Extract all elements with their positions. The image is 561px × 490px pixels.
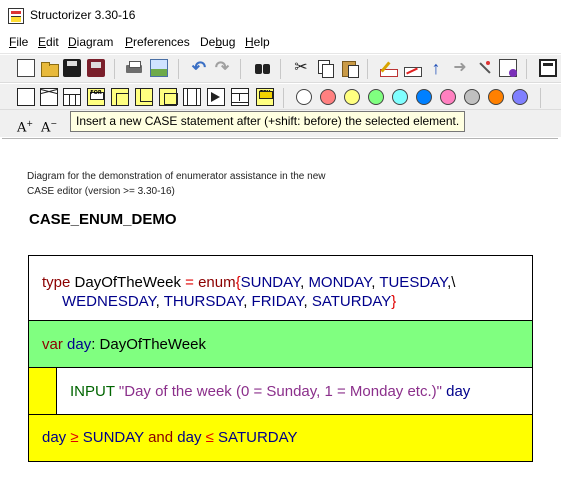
- cut-icon[interactable]: ✂: [292, 59, 310, 77]
- save-as-icon[interactable]: [87, 59, 105, 77]
- add-case-icon[interactable]: [63, 88, 81, 106]
- color-gray-swatch[interactable]: [464, 89, 480, 105]
- toolbar-separator: [283, 88, 284, 108]
- elements-toolbar: FOR TRY: [0, 84, 561, 110]
- input-element[interactable]: INPUT "Day of the week (0 = Sunday, 1 = …: [56, 368, 532, 414]
- new-document-icon[interactable]: [17, 59, 35, 77]
- color-blue-swatch[interactable]: [416, 89, 432, 105]
- color-yellow-swatch[interactable]: [344, 89, 360, 105]
- diagram-comment: Diagram for the demonstration of enumera…: [27, 171, 326, 197]
- nassi-shneiderman-diagram: type DayOfTheWeek = enum{SUNDAY, MONDAY,…: [28, 255, 533, 462]
- menu-help[interactable]: Help: [245, 35, 270, 49]
- input-line: INPUT "Day of the week (0 = Sunday, 1 = …: [70, 383, 471, 400]
- color-pink-swatch[interactable]: [440, 89, 456, 105]
- toolbar-separator: [280, 59, 281, 79]
- add-parallel-icon[interactable]: [231, 88, 249, 106]
- color-violet-swatch[interactable]: [512, 89, 528, 105]
- add-alternative-icon[interactable]: [40, 88, 58, 106]
- paste-icon[interactable]: [340, 59, 359, 78]
- structorizer-app-icon: [8, 8, 24, 24]
- color-cyan-swatch[interactable]: [392, 89, 408, 105]
- add-jump-icon[interactable]: [207, 88, 225, 106]
- add-instruction-icon[interactable]: [17, 88, 35, 106]
- edit-element-icon[interactable]: [379, 59, 398, 77]
- menu-debug[interactable]: Debug: [200, 35, 235, 49]
- toolbar-separator: [540, 88, 541, 108]
- add-while-loop-icon[interactable]: [111, 88, 129, 106]
- toolbar-separator: [178, 59, 179, 79]
- type-definition-line-2: WEDNESDAY, THURSDAY, FRIDAY, SATURDAY}: [62, 293, 397, 310]
- variable-declaration-element[interactable]: var day: DayOfTheWeek: [29, 321, 532, 368]
- menu-file[interactable]: File: [9, 35, 28, 49]
- main-toolbar: ↶ ↷ ✂ ↑ ➜: [0, 55, 561, 83]
- add-try-icon[interactable]: TRY: [256, 88, 274, 106]
- add-call-icon[interactable]: [183, 88, 201, 106]
- font-increase-button[interactable]: A+: [17, 115, 37, 135]
- loop-condition-line: day ≥ SUNDAY and day ≤ SATURDAY: [42, 429, 298, 446]
- delete-element-icon[interactable]: [403, 59, 422, 77]
- toolbar-separator: [367, 59, 368, 79]
- toolbar-separator: [526, 59, 527, 79]
- font-decrease-button[interactable]: A−: [41, 115, 61, 135]
- title-bar: Structorizer 3.30-16: [0, 0, 561, 32]
- toolbar-separator: [114, 59, 115, 79]
- color-white-swatch[interactable]: [296, 89, 312, 105]
- type-definition-element[interactable]: type DayOfTheWeek = enum{SUNDAY, MONDAY,…: [29, 256, 532, 321]
- toolbar-separator: [240, 59, 241, 79]
- export-image-icon[interactable]: [150, 59, 168, 77]
- color-red-swatch[interactable]: [320, 89, 336, 105]
- add-repeat-loop-icon[interactable]: [135, 88, 153, 106]
- menu-preferences[interactable]: Preferences: [125, 35, 190, 49]
- comment-icon[interactable]: [499, 59, 517, 77]
- open-folder-icon[interactable]: [40, 59, 59, 77]
- move-down-icon[interactable]: ➜: [451, 59, 469, 77]
- add-for-loop-icon[interactable]: FOR: [87, 88, 105, 106]
- loop-condition-element[interactable]: day ≥ SUNDAY and day ≤ SATURDAY: [29, 415, 532, 461]
- find-icon[interactable]: [253, 59, 271, 77]
- variable-declaration-line: var day: DayOfTheWeek: [42, 336, 206, 353]
- add-endless-loop-icon[interactable]: [159, 88, 178, 106]
- menu-diagram[interactable]: Diagram: [68, 35, 113, 49]
- diagram-title[interactable]: CASE_ENUM_DEMO: [29, 211, 177, 228]
- copy-icon[interactable]: [316, 59, 334, 78]
- color-orange-swatch[interactable]: [488, 89, 504, 105]
- tooltip: Insert a new CASE statement after (+shif…: [70, 111, 466, 132]
- menu-edit[interactable]: Edit: [38, 35, 59, 49]
- transmute-icon[interactable]: [475, 59, 493, 77]
- color-green-swatch[interactable]: [368, 89, 384, 105]
- print-icon[interactable]: [125, 59, 143, 77]
- window-icon[interactable]: [539, 59, 557, 77]
- undo-icon[interactable]: ↶: [190, 59, 208, 77]
- type-definition-line-1: type DayOfTheWeek = enum{SUNDAY, MONDAY,…: [42, 274, 456, 291]
- move-up-icon[interactable]: ↑: [427, 59, 445, 77]
- menu-bar: File Edit Diagram Preferences Debug Help: [0, 32, 561, 54]
- save-icon[interactable]: [63, 59, 81, 77]
- loop-body-element[interactable]: INPUT "Day of the week (0 = Sunday, 1 = …: [29, 368, 532, 415]
- window-title: Structorizer 3.30-16: [30, 8, 136, 22]
- redo-icon[interactable]: ↷: [213, 59, 231, 77]
